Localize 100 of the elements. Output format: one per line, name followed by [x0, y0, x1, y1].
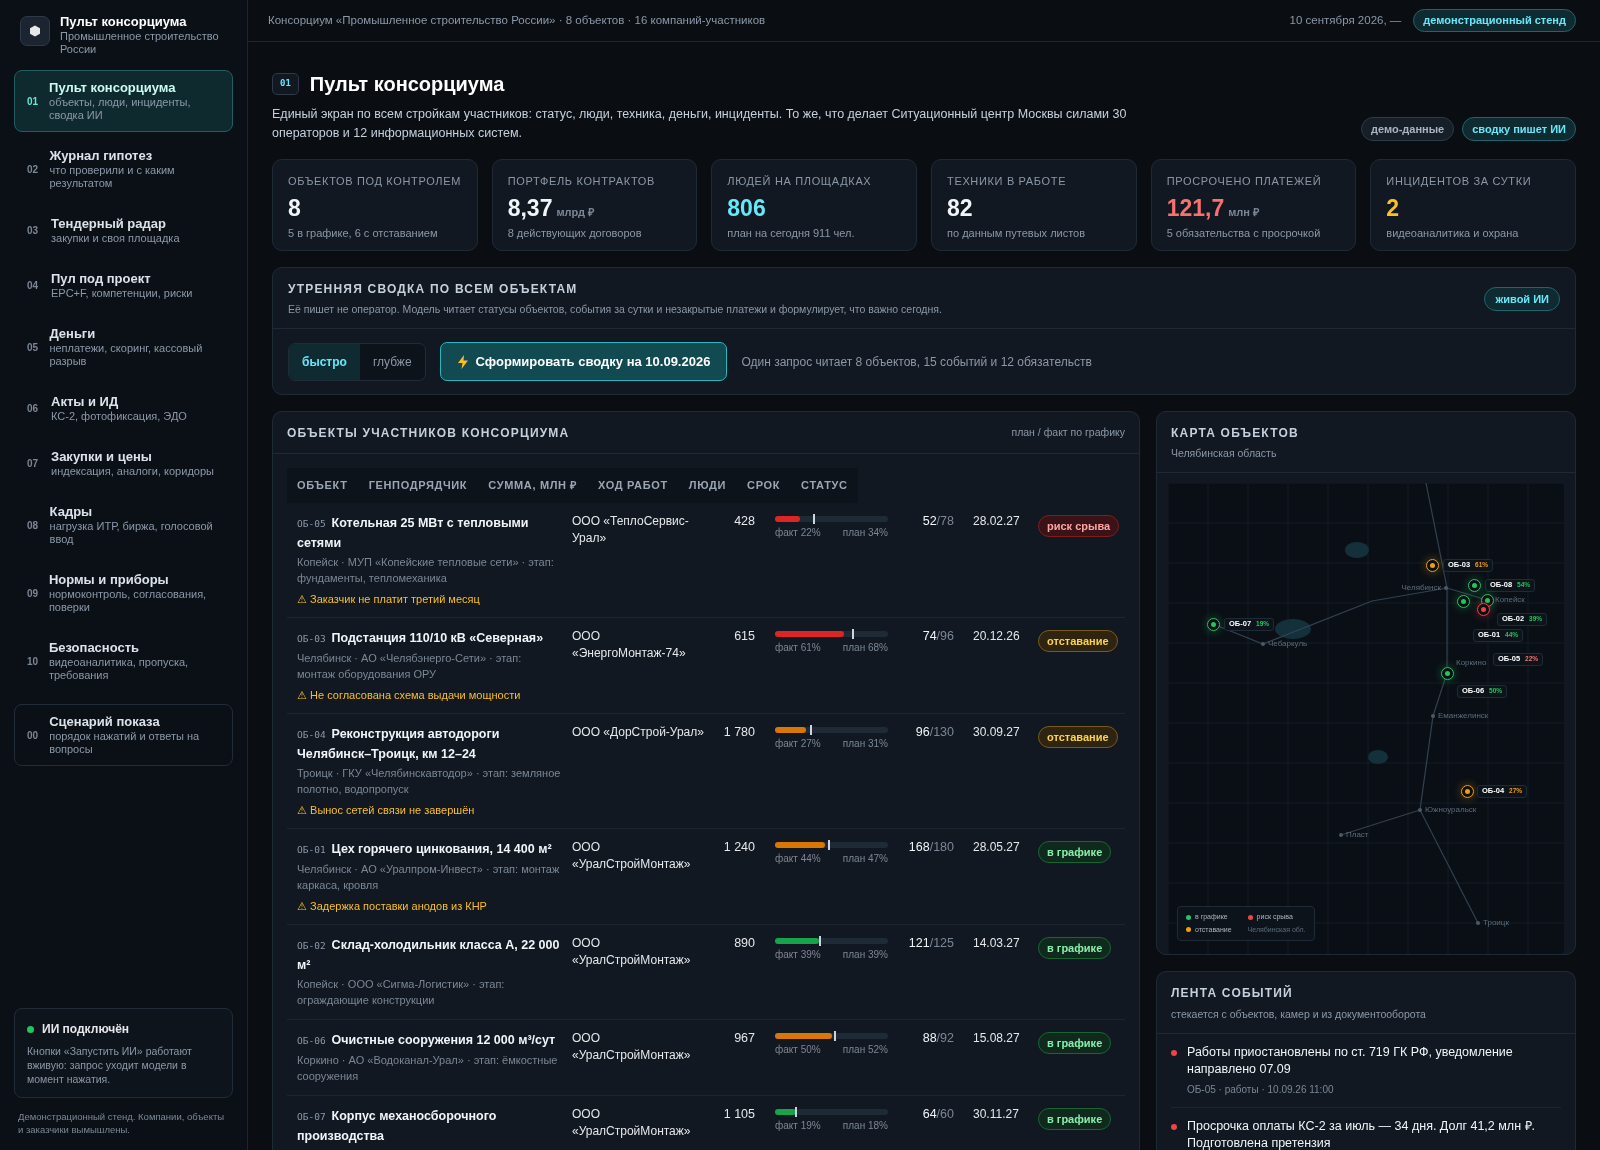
map-subtitle: Челябинская область — [1171, 446, 1278, 462]
logo-icon — [20, 16, 50, 46]
page-description: Единый экран по всем стройкам участников: статус, люди, техника, деньги, инциденты. То же, что делает Ситуационный центр Москвы силами 30 операторов и 12 информационных систем. — [272, 106, 1128, 142]
deadline-cell-text: 15.08.27 — [972, 1029, 1021, 1047]
events-title: ЛЕНТА СОБЫТИЙ — [1171, 984, 1294, 1002]
page-badge: демо-данные — [1361, 116, 1455, 141]
kpi-subtext: по данным путевых листов — [947, 225, 1087, 241]
fact-label: факт 61% — [775, 640, 821, 655]
status-badge: отставание — [1038, 725, 1118, 749]
object-marker-icon[interactable] — [1440, 666, 1454, 680]
nav-title: Деньги — [49, 326, 97, 342]
nav-subtitle: нормоконтроль, согласования, поверки — [48, 588, 208, 614]
app-title: Пульт консорциума — [60, 14, 188, 30]
city-label: Челябинск — [1401, 582, 1441, 594]
app-subtitle: Промышленное строительство России — [60, 30, 220, 56]
column-header: СТАТУС — [801, 478, 848, 494]
nav-title: Акты и ИД — [51, 394, 120, 410]
fact-label: факт 19% — [775, 1118, 821, 1133]
object-marker-icon[interactable] — [1456, 594, 1470, 608]
object-marker-icon[interactable] — [1460, 784, 1474, 798]
kpi-label: ЛЮДЕЙ НА ПЛОЩАДКАХ — [727, 174, 873, 189]
object-warning: ⚠ Заказчик не платит третий месяц — [297, 591, 481, 606]
nav-item[interactable]: 08 Кадры нагрузка ИТР, биржа, голосовой ввод — [14, 494, 233, 556]
object-details: Челябинск · АО «Челябэнерго-Сети» · этап: монтаж оборудования ОРУ — [297, 650, 523, 682]
nav-subtitle: видеоаналитика, пропуска, требования — [48, 656, 190, 682]
plan-label: план 47% — [842, 851, 888, 866]
contractor-cell-text: ООО «ТеплоСервис-Урал» — [572, 512, 690, 547]
page-title: Пульт консорциума — [309, 72, 505, 97]
objects-title: ОБЪЕКТЫ УЧАСТНИКОВ КОНСОРЦИУМА — [287, 424, 570, 442]
deadline-cell-text: 14.03.27 — [972, 934, 1021, 952]
status-badge: в графике — [1038, 840, 1112, 864]
column-header: СУММА, МЛН ₽ — [488, 478, 578, 494]
nav-item[interactable]: 01 Пульт консорциума объекты, люди, инциденты, сводка ИИ — [14, 70, 233, 132]
fact-label: факт 39% — [775, 947, 821, 962]
object-title: ОБ-03 Подстанция 110/10 кВ «Северная» — [297, 629, 545, 647]
nav-subtitle: закупки и своя площадка — [51, 232, 180, 245]
kpi-label: ТЕХНИКИ В РАБОТЕ — [947, 174, 1068, 189]
nav-item[interactable]: 05 Деньги неплатежи, скоринг, кассовый разрыв — [14, 316, 233, 378]
object-title: ОБ-07 Корпус механосборочного производства — [297, 1107, 498, 1145]
ai-status-text: Кнопки «Запустить ИИ» работают вживую: запрос уходит модели в момент нажатия. — [27, 1044, 193, 1086]
column-header: ХОД РАБОТ — [598, 478, 668, 494]
kpi-value: 82 — [947, 194, 973, 221]
kpi-subtext: 5 в графике, 6 с отставанием — [288, 225, 439, 241]
city-label: Коркино — [1456, 657, 1487, 669]
object-marker-icon[interactable] — [1425, 558, 1439, 572]
sum-cell-text: 1 240 — [722, 838, 755, 856]
kpi-value: 806 — [727, 194, 766, 221]
object-marker-icon[interactable] — [1467, 578, 1481, 592]
fact-label: факт 27% — [775, 736, 821, 751]
nav-title: Закупки и цены — [51, 449, 153, 465]
page-badge: сводку пишет ИИ — [1462, 116, 1576, 141]
nav-number: 05 — [27, 340, 40, 355]
map-title: КАРТА ОБЪЕКТОВ — [1171, 425, 1300, 443]
nav-item[interactable]: 02 Журнал гипотез что проверили и с каким результатом — [14, 138, 233, 200]
nav-number: 00 — [27, 728, 40, 743]
contractor-cell-text: ООО «УралСтройМонтаж» — [572, 838, 692, 873]
column-header: ОБЪЕКТ — [297, 478, 348, 494]
nav-item[interactable]: 09 Нормы и приборы нормоконтроль, согласования, поверки — [14, 562, 233, 624]
nav-title: Безопасность — [48, 640, 141, 656]
sum-cell-text: 428 — [733, 512, 755, 530]
sum-cell-text: 1 780 — [722, 723, 755, 741]
nav-number: 10 — [27, 654, 39, 669]
plan-label: план 18% — [842, 1118, 888, 1133]
deadline-cell-text: 28.02.27 — [972, 512, 1021, 530]
lightning-icon — [456, 354, 469, 369]
nav-number: 04 — [27, 279, 40, 293]
nav-item[interactable]: 07 Закупки и цены индексация, аналоги, коридоры — [14, 439, 233, 488]
nav-subtitle: КС-2, фотофиксация, ЭДО — [51, 410, 187, 423]
column-header: СРОК — [747, 478, 781, 494]
sidebar-footer: Демонстрационный стенд. Компании, объекты и заказчики вымышлены. — [14, 1110, 233, 1136]
summary-title: УТРЕННЯЯ СВОДКА ПО ВСЕМ ОБЪЕКТАМ — [288, 281, 579, 298]
status-badge: отставание — [1038, 629, 1118, 653]
city-label: Еманжелинск — [1438, 710, 1489, 722]
nav-item[interactable]: 00 Сценарий показа порядок нажатий и ответы на вопросы — [14, 704, 233, 766]
nav-item[interactable]: 04 Пул под проект EPC+F, компетенции, риски — [14, 261, 233, 310]
nav-number: 01 — [27, 94, 40, 109]
mode-tab[interactable]: глубже — [359, 343, 425, 380]
plan-label: план 31% — [842, 736, 888, 751]
nav-subtitle: нагрузка ИТР, биржа, голосовой ввод — [49, 520, 214, 546]
event-text: Просрочка оплаты КС-2 за июль — 34 дня. Долг 41,2 млн ₽. Подготовлена претензия — [1187, 1117, 1536, 1150]
nav-item[interactable]: 10 Безопасность видеоаналитика, пропуска, требования — [14, 630, 233, 692]
contractor-cell-text: ООО «ЭнергоМонтаж-74» — [572, 627, 687, 662]
nav-title: Журнал гипотез — [49, 148, 154, 164]
city-label: Пласт — [1346, 829, 1369, 841]
page-code: 01 — [272, 73, 299, 95]
nav-number: 09 — [27, 586, 39, 601]
sum-cell-text: 967 — [733, 1029, 755, 1047]
nav-number: 02 — [27, 162, 40, 177]
status-badge: в графике — [1038, 1031, 1112, 1055]
event-meta: ОБ-05 · работы · 10.09.26 11:00 — [1187, 1082, 1335, 1097]
live-ai-badge: живой ИИ — [1484, 286, 1560, 312]
kpi-value: 8,37 — [507, 194, 553, 221]
generate-summary-button[interactable]: Сформировать сводку на 10.09.2026 — [439, 341, 728, 382]
kpi-value: 121,7 — [1166, 194, 1225, 221]
mode-tab[interactable]: быстро — [289, 343, 360, 380]
kpi-subtext: 5 обязательства с просрочкой — [1166, 225, 1322, 241]
object-details: Коркино · АО «Водоканал-Урал» · этап: ёмкостные сооружения — [297, 1052, 559, 1084]
object-marker-icon[interactable] — [1206, 617, 1220, 631]
object-details: Троицк · ГКУ «Челябинскавтодор» · этап: земляное полотно, водопропуск — [297, 765, 562, 797]
nav-subtitle: объекты, люди, инциденты, сводка ИИ — [49, 96, 192, 122]
